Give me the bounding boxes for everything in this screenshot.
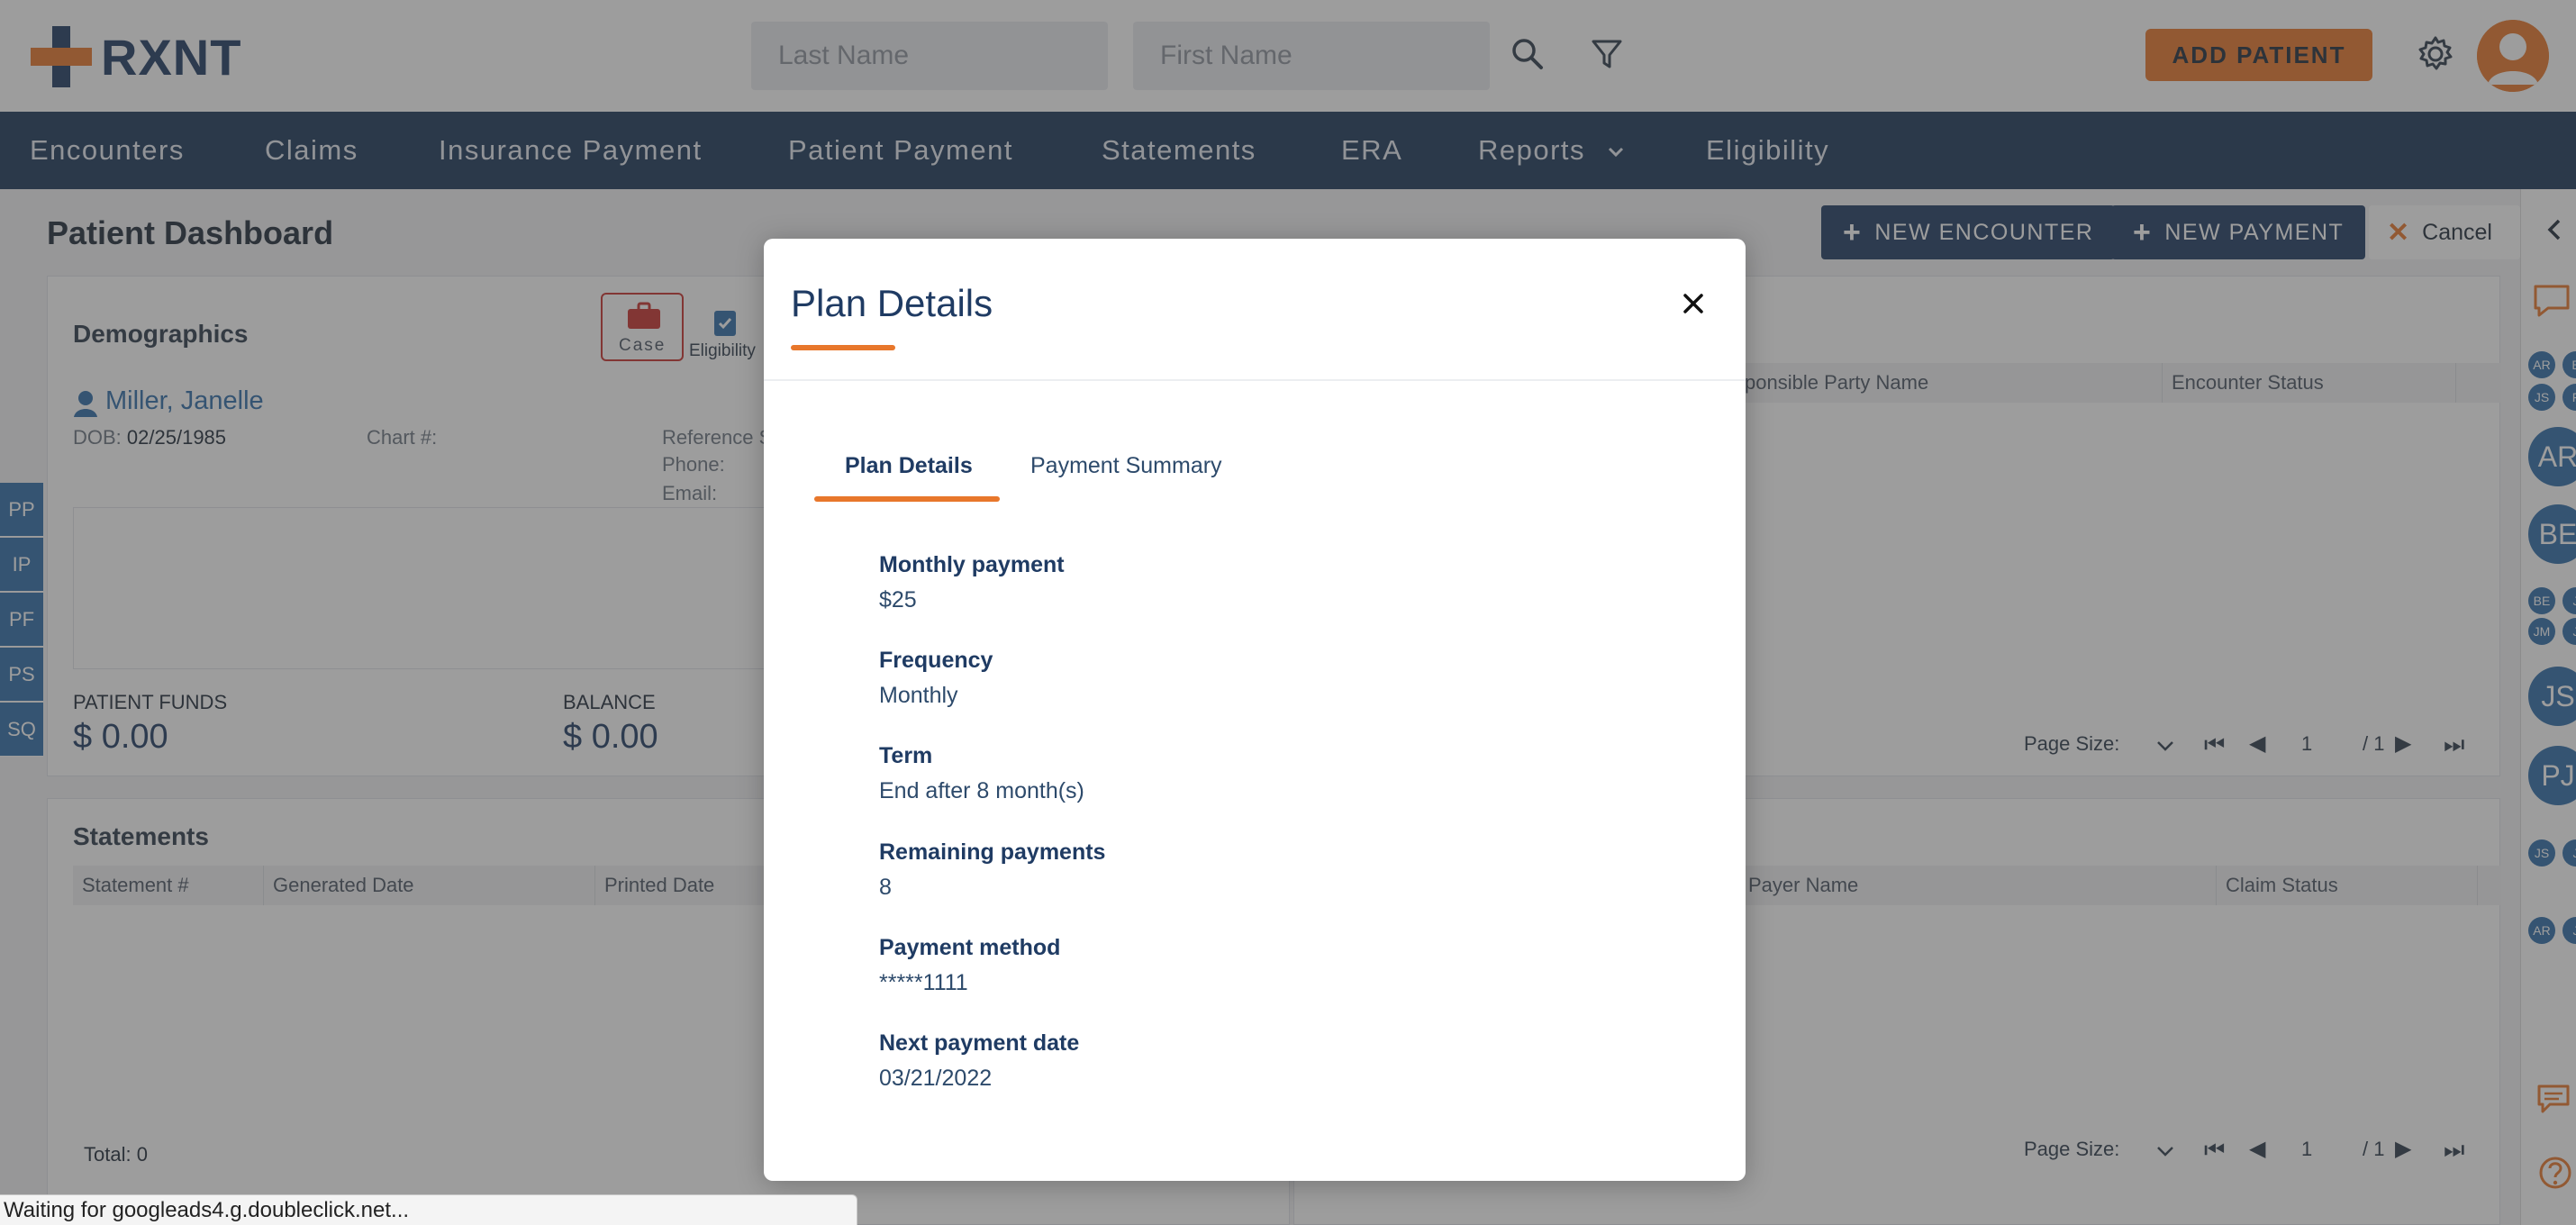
app-root: RXNT ADD PATIENT Encounters Claims Insur… [0, 0, 2576, 1225]
field-payment-method: Payment method *****1111 [879, 935, 1060, 996]
field-value: 8 [879, 875, 892, 900]
tab-payment-summary[interactable]: Payment Summary [1030, 453, 1222, 479]
field-remaining-payments: Remaining payments 8 [879, 839, 1105, 901]
field-label: Remaining payments [879, 839, 1106, 865]
field-next-payment-date: Next payment date 03/21/2022 [879, 1030, 1079, 1092]
field-term: Term End after 8 month(s) [879, 743, 1084, 804]
field-monthly-payment: Monthly payment $25 [879, 552, 1065, 613]
field-value: *****1111 [879, 970, 968, 995]
active-tab-indicator [814, 496, 1000, 502]
field-label: Payment method [879, 935, 1061, 960]
field-label: Frequency [879, 648, 993, 673]
close-icon[interactable] [1672, 282, 1715, 325]
field-label: Monthly payment [879, 552, 1065, 577]
field-label: Term [879, 743, 933, 768]
tab-plan-details[interactable]: Plan Details [845, 453, 973, 479]
field-frequency: Frequency Monthly [879, 648, 993, 709]
field-value: Monthly [879, 683, 958, 708]
modal-title-underline [791, 345, 895, 350]
modal-divider [764, 379, 1746, 381]
plan-details-modal: Plan Details Plan Details Payment Summar… [764, 239, 1746, 1181]
browser-status-bar: Waiting for googleads4.g.doubleclick.net… [0, 1194, 857, 1225]
field-value: $25 [879, 587, 917, 612]
field-value: End after 8 month(s) [879, 778, 1084, 803]
modal-title: Plan Details [791, 282, 993, 324]
field-label: Next payment date [879, 1030, 1080, 1056]
field-value: 03/21/2022 [879, 1066, 993, 1091]
